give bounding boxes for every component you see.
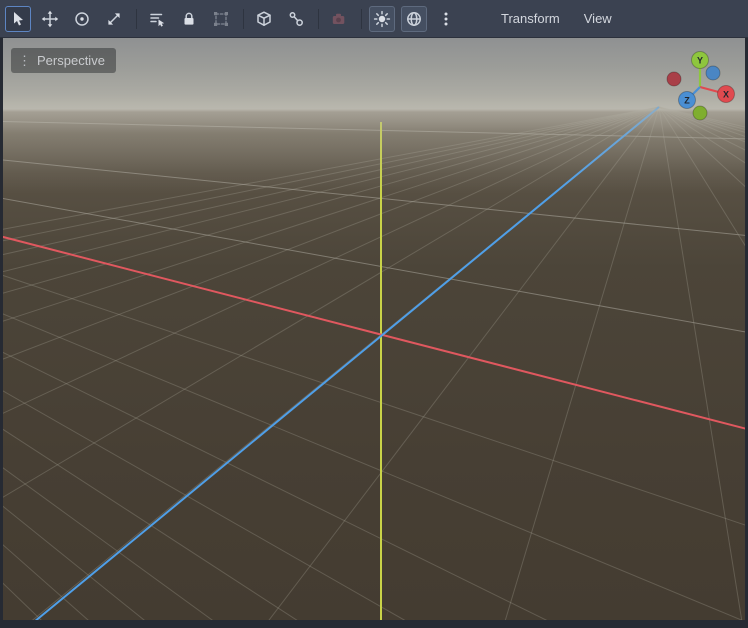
move-tool-icon bbox=[41, 10, 59, 28]
more-options-icon bbox=[437, 10, 455, 28]
orientation-gizmo[interactable]: Y X Z bbox=[647, 40, 745, 132]
gizmo-z-negative-ball[interactable] bbox=[706, 66, 720, 80]
group-icon bbox=[212, 10, 230, 28]
mesh-button[interactable] bbox=[251, 6, 277, 32]
list-select-button[interactable] bbox=[144, 6, 170, 32]
preview-sun-icon bbox=[373, 10, 391, 28]
perspective-label: Perspective bbox=[37, 53, 105, 68]
preview-sun-button[interactable] bbox=[369, 6, 395, 32]
preview-environment-button[interactable] bbox=[401, 6, 427, 32]
x-axis-line bbox=[3, 235, 745, 432]
group-button[interactable] bbox=[208, 6, 234, 32]
gizmo-x-negative-ball[interactable] bbox=[667, 72, 681, 86]
lock-icon bbox=[180, 10, 198, 28]
select-tool-button[interactable] bbox=[5, 6, 31, 32]
3d-viewport[interactable]: ⋮ Perspective Y X Z bbox=[3, 38, 745, 620]
scene-svg bbox=[3, 38, 745, 620]
gizmo-y-label: Y bbox=[697, 56, 703, 66]
transform-menu[interactable]: Transform bbox=[491, 6, 570, 31]
rotate-tool-icon bbox=[73, 10, 91, 28]
view-menu[interactable]: View bbox=[574, 6, 622, 31]
lock-button[interactable] bbox=[176, 6, 202, 32]
gizmo-x-label: X bbox=[723, 90, 729, 100]
toolbar-separator bbox=[136, 9, 137, 29]
skeleton-button[interactable] bbox=[283, 6, 309, 32]
move-tool-button[interactable] bbox=[37, 6, 63, 32]
preview-environment-icon bbox=[405, 10, 423, 28]
gizmo-y-negative-ball[interactable] bbox=[693, 106, 707, 120]
toolbar-separator bbox=[243, 9, 244, 29]
rotate-tool-button[interactable] bbox=[69, 6, 95, 32]
perspective-menu-button[interactable]: ⋮ Perspective bbox=[11, 48, 116, 73]
ground-grid bbox=[3, 107, 745, 620]
toolbar-separator bbox=[361, 9, 362, 29]
override-camera-button[interactable] bbox=[326, 6, 352, 32]
viewport-toolbar: Transform View bbox=[0, 0, 748, 38]
list-select-icon bbox=[148, 10, 166, 28]
override-camera-icon bbox=[330, 10, 348, 28]
gizmo-z-label: Z bbox=[684, 96, 690, 106]
viewport-frame: ⋮ Perspective Y X Z bbox=[0, 38, 748, 628]
z-axis-line bbox=[17, 107, 659, 620]
vertical-dots-icon: ⋮ bbox=[18, 54, 31, 67]
select-tool-icon bbox=[9, 10, 27, 28]
skeleton-icon bbox=[287, 10, 305, 28]
scale-tool-button[interactable] bbox=[101, 6, 127, 32]
toolbar-separator bbox=[318, 9, 319, 29]
mesh-cube-icon bbox=[255, 10, 273, 28]
scale-tool-icon bbox=[105, 10, 123, 28]
more-options-button[interactable] bbox=[433, 6, 459, 32]
